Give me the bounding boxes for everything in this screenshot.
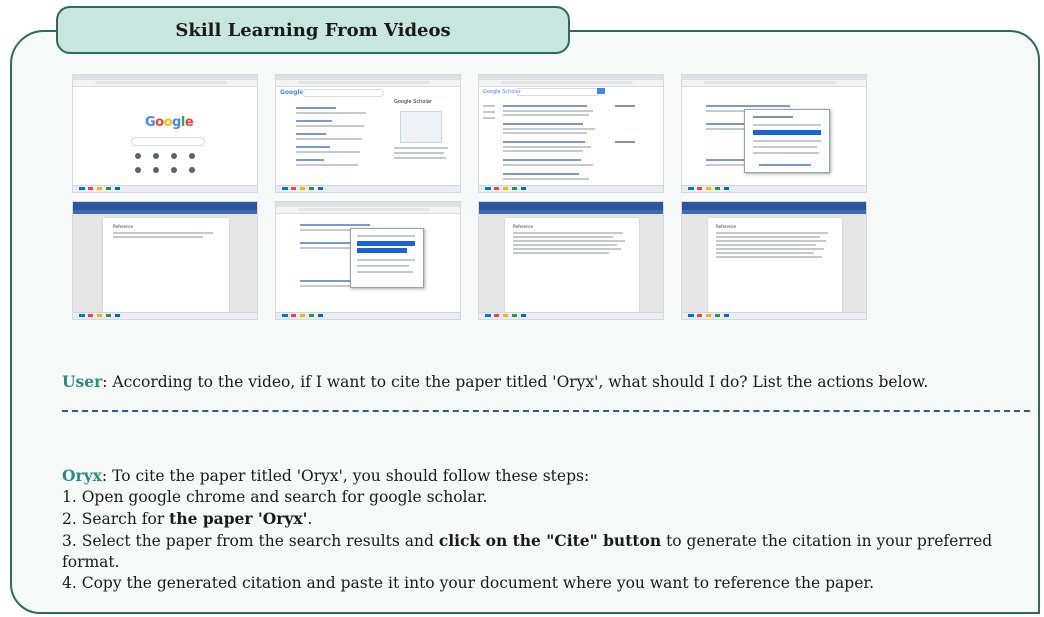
model-speaker-label: Oryx	[62, 466, 102, 485]
answer-step-4: 4. Copy the generated citation and paste…	[62, 574, 875, 592]
model-answer: Oryx: To cite the paper titled 'Oryx', y…	[62, 465, 1028, 594]
video-frame-word-final: Reference	[681, 201, 867, 320]
video-frame-search-scholar: Google Google Scholar	[275, 74, 461, 193]
answer-step-2: 2. Search for the paper 'Oryx'.	[62, 509, 313, 528]
video-frame-cite-popup	[681, 74, 867, 193]
video-frame-word-paste: Reference	[478, 201, 664, 320]
user-speaker-label: User	[62, 372, 103, 391]
video-frame-word-doc: Reference	[72, 201, 258, 320]
video-frame-google-home: Google	[72, 74, 258, 193]
user-question-text: : According to the video, if I want to c…	[102, 373, 929, 391]
answer-step-3: 3. Select the paper from the search resu…	[62, 531, 993, 571]
dashed-divider	[62, 410, 1030, 412]
user-question: User: According to the video, if I want …	[62, 372, 928, 391]
answer-intro: Oryx: To cite the paper titled 'Oryx', y…	[62, 466, 590, 485]
video-frame-scholar-results: Google Scholar	[478, 74, 664, 193]
google-logo: Google	[145, 115, 194, 130]
video-frame-copy-citation	[275, 201, 461, 320]
answer-step-1: 1. Open google chrome and search for goo…	[62, 488, 488, 506]
panel-title: Skill Learning From Videos	[56, 6, 570, 54]
